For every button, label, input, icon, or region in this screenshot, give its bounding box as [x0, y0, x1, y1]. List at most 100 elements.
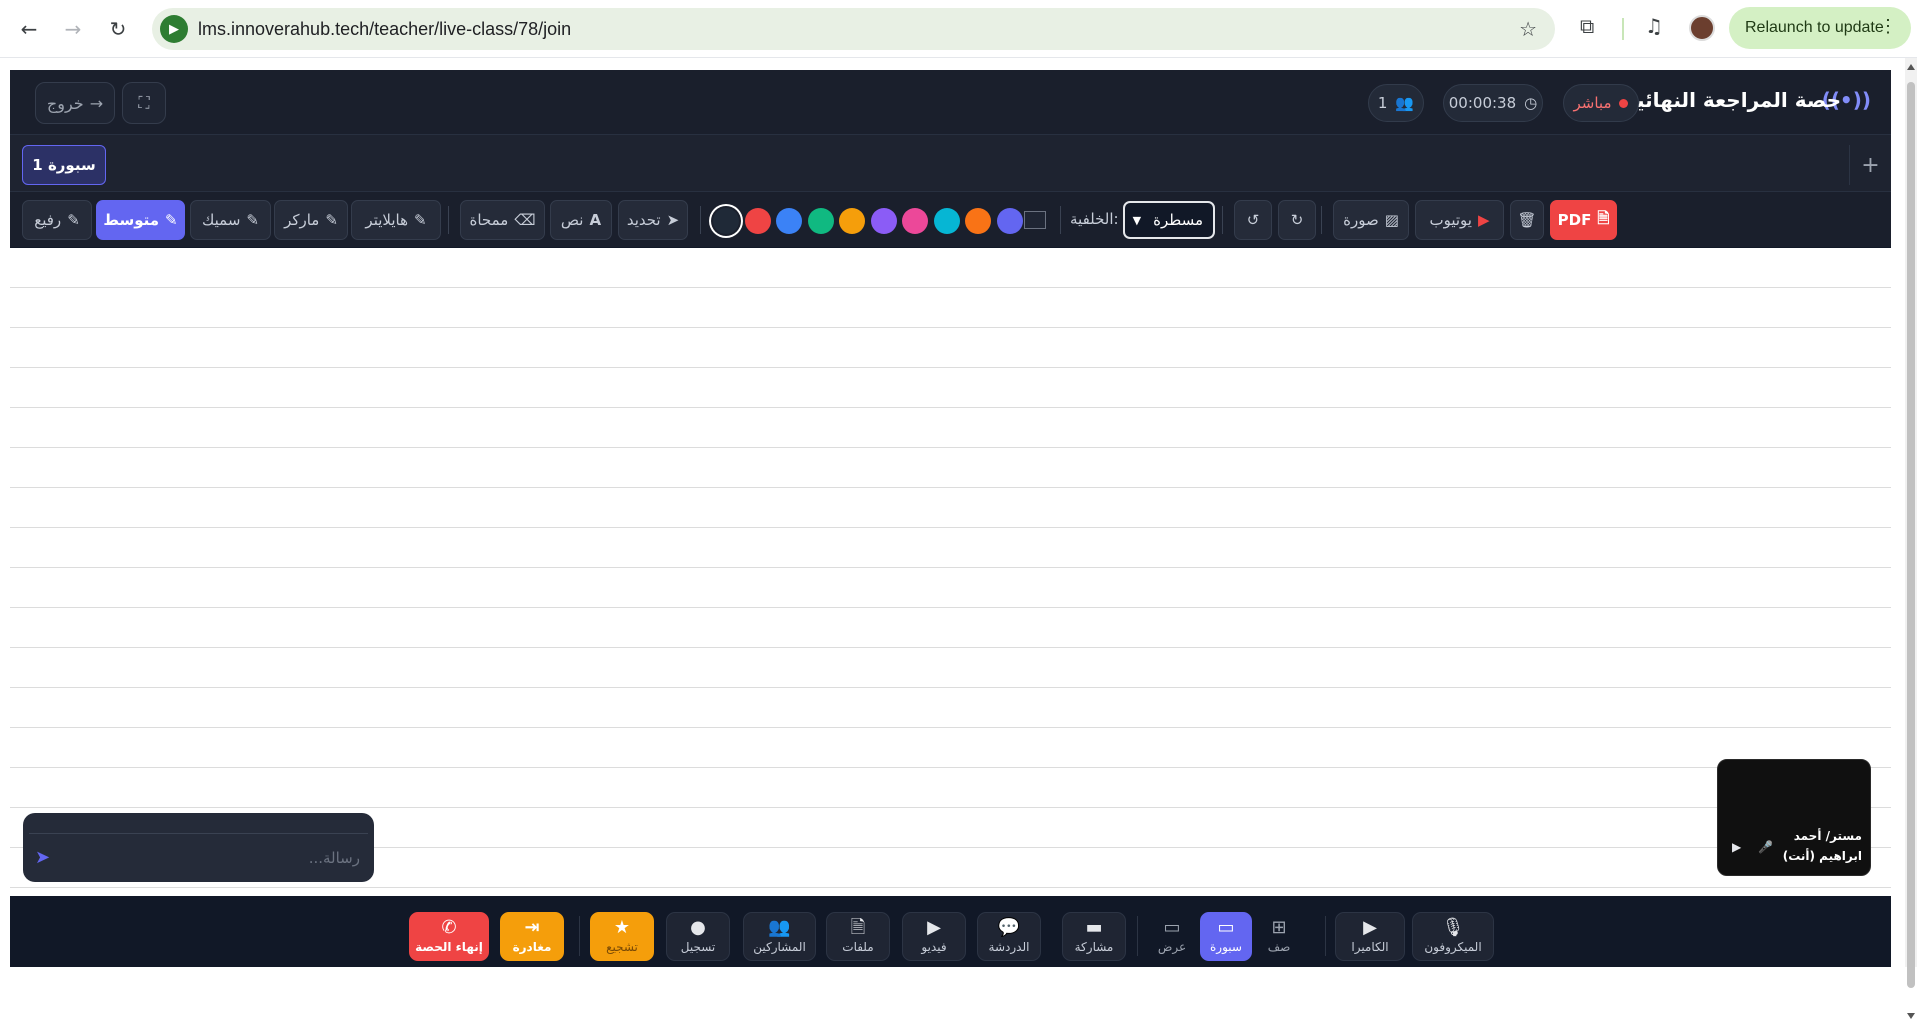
file-icon: 🗎 — [850, 917, 866, 938]
fullscreen-button[interactable]: ⛶ — [122, 82, 166, 124]
url-text[interactable]: lms.innoverahub.tech/teacher/live-class/… — [198, 19, 571, 40]
scroll-thumb[interactable] — [1907, 82, 1915, 988]
profile-avatar[interactable] — [1689, 15, 1715, 41]
thin-stroke-button[interactable]: ✎ رفيع — [22, 200, 92, 240]
video-camera-icon: ▶ — [160, 15, 188, 43]
chat-button[interactable]: 💬 الدردشة — [977, 912, 1041, 961]
extensions-puzzle-icon[interactable]: ⧉ — [1580, 14, 1594, 38]
relaunch-button[interactable]: Relaunch to update ⋮ — [1729, 7, 1911, 49]
chat-bubble-icon: 💬 — [997, 917, 1021, 938]
sign-out-icon: ⇥ — [524, 917, 540, 938]
timer-text: 00:00:38 — [1448, 94, 1517, 112]
scroll-down-arrow-icon[interactable] — [1907, 1013, 1915, 1019]
page-scrollbar[interactable] — [1905, 58, 1917, 1019]
star-icon: ★ — [613, 917, 631, 938]
microphone-icon: 🎙 — [1441, 917, 1465, 938]
arrow-right-icon: → — [89, 93, 104, 113]
reload-icon[interactable]: ↻ — [103, 14, 133, 44]
toolbar-divider — [1321, 206, 1322, 234]
teacher-name-line2: ابراهيم (أنت) — [1782, 849, 1862, 863]
thin-label: رفيع — [34, 211, 62, 229]
color-swatch[interactable] — [776, 208, 802, 234]
live-dot-icon — [1619, 98, 1629, 108]
color-swatch[interactable] — [965, 208, 991, 234]
delete-button[interactable]: 🗑 — [1510, 200, 1544, 240]
medium-stroke-button[interactable]: ✎ متوسط — [96, 200, 185, 240]
timer-badge: 00:00:38 ◷ — [1443, 84, 1543, 122]
youtube-label: يوتيوب — [1429, 211, 1472, 229]
grid-view-button[interactable]: ⊞ صف — [1256, 912, 1302, 961]
eraser-tool-button[interactable]: ⌫ ممحاة — [460, 200, 545, 240]
thick-stroke-button[interactable]: ✎ سميك — [190, 200, 271, 240]
color-swatch[interactable] — [839, 208, 865, 234]
presentation-view-button[interactable]: ▭ عرض — [1149, 912, 1195, 961]
mic-label: الميكروفون — [1424, 940, 1482, 954]
undo-button[interactable]: ↺ — [1234, 200, 1272, 240]
record-button[interactable]: ● تسجيل — [666, 912, 730, 961]
whiteboard-toolbar: 🗎 PDF 🗑 ▶ يوتيوب ▨ صورة ↻ ↺ مسطرة ▼ :الخ… — [10, 191, 1891, 247]
video-button[interactable]: ▶ فيديو — [902, 912, 966, 961]
text-icon: A — [589, 211, 602, 229]
youtube-button[interactable]: ▶ يوتيوب — [1415, 200, 1504, 240]
eraser-label: ممحاة — [469, 211, 509, 229]
highlighter-button[interactable]: ✎ هايلايتر — [351, 200, 441, 240]
color-swatch[interactable] — [902, 208, 928, 234]
back-arrow-icon[interactable]: ← — [14, 14, 44, 44]
class-header: ((•)) حصة المراجعة النهائية مباشر 00:00:… — [10, 70, 1891, 134]
youtube-icon: ▶ — [927, 917, 941, 938]
live-label: مباشر — [1573, 94, 1612, 112]
cursor-icon: ➤ — [666, 211, 680, 229]
chat-input[interactable]: رسالة... — [309, 849, 360, 867]
custom-color-picker[interactable] — [1024, 211, 1046, 229]
video-camera-icon: ▶ — [1732, 840, 1742, 854]
pdf-label: PDF — [1557, 211, 1592, 229]
toolbar-divider — [700, 206, 701, 234]
select-tool-button[interactable]: ➤ تحديد — [618, 200, 688, 240]
medium-label: متوسط — [103, 211, 160, 229]
color-swatch[interactable] — [744, 208, 771, 234]
leave-label: مغادرة — [512, 940, 552, 954]
tab-board-1[interactable]: سبورة 1 — [22, 145, 106, 185]
redo-button[interactable]: ↻ — [1278, 200, 1316, 240]
text-label: نص — [560, 211, 584, 229]
color-swatch[interactable] — [713, 208, 739, 234]
encourage-button[interactable]: ★ تشجيع — [590, 912, 654, 961]
pen-icon: ✎ — [246, 211, 259, 229]
whiteboard-view-button[interactable]: ▭ سبورة — [1200, 912, 1252, 961]
scroll-up-arrow-icon[interactable] — [1907, 64, 1915, 70]
color-swatch[interactable] — [807, 208, 834, 234]
record-dot-icon: ● — [690, 917, 706, 938]
controls-bar: 🎙 الميكروفون ▶ الكاميرا ⊞ صف ▭ سبورة ▭ ع… — [10, 896, 1891, 967]
grid-icon: ⊞ — [1271, 917, 1287, 938]
background-select[interactable]: مسطرة ▼ — [1123, 201, 1215, 239]
participants-badge: 1 👥 — [1368, 84, 1424, 122]
text-tool-button[interactable]: A نص — [550, 200, 612, 240]
bookmark-star-icon[interactable]: ☆ — [1519, 17, 1537, 41]
live-class-app: ((•)) حصة المراجعة النهائية مباشر 00:00:… — [10, 70, 1891, 967]
participants-button[interactable]: 👥 المشاركين — [743, 912, 816, 961]
users-icon: 👥 — [1395, 94, 1415, 112]
end-class-button[interactable]: ✆ إنهاء الحصة — [409, 912, 489, 961]
media-control-icon[interactable]: ♫ — [1645, 14, 1663, 38]
add-tab-button[interactable]: + — [1849, 145, 1891, 185]
exit-button[interactable]: خروج → — [35, 82, 115, 124]
image-button[interactable]: ▨ صورة — [1333, 200, 1409, 240]
screen-share-button[interactable]: ▬ مشاركة — [1062, 912, 1126, 961]
files-button[interactable]: 🗎 ملفات — [826, 912, 890, 961]
address-bar[interactable]: ▶ lms.innoverahub.tech/teacher/live-clas… — [152, 8, 1555, 50]
marker-label: ماركر — [284, 211, 320, 229]
leave-button[interactable]: ⇥ مغادرة — [500, 912, 564, 961]
color-swatch[interactable] — [996, 208, 1023, 234]
send-icon[interactable]: ➤ — [35, 847, 50, 868]
microphone-button[interactable]: 🎙 الميكروفون — [1412, 912, 1494, 961]
more-menu-icon[interactable]: ⋮ — [1879, 16, 1897, 37]
whiteboard-canvas[interactable] — [10, 248, 1891, 896]
camera-button[interactable]: ▶ الكاميرا — [1335, 912, 1405, 961]
marker-icon: ✎ — [325, 211, 338, 229]
pdf-button[interactable]: 🗎 PDF — [1550, 200, 1617, 240]
phone-off-icon: ✆ — [441, 917, 457, 938]
color-swatch[interactable] — [870, 208, 897, 234]
forward-arrow-icon[interactable]: → — [58, 14, 88, 44]
color-swatch[interactable] — [933, 208, 960, 234]
marker-button[interactable]: ✎ ماركر — [274, 200, 348, 240]
